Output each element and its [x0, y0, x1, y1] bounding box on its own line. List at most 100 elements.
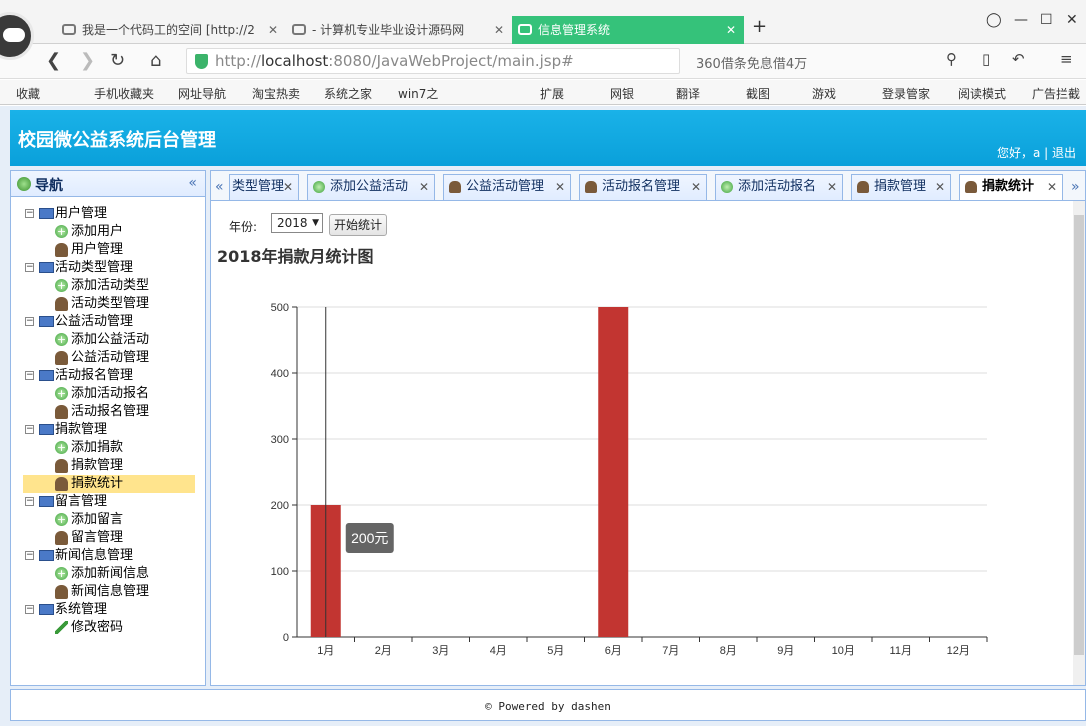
nav-item[interactable]: 公益活动管理 [55, 349, 149, 367]
nav-item[interactable]: + 添加活动报名 [55, 385, 149, 403]
collapse-toggle-icon[interactable]: − [25, 425, 34, 434]
user-icon [857, 181, 869, 193]
collapse-toggle-icon[interactable]: − [25, 209, 34, 218]
y-tick-label: 0 [283, 632, 289, 644]
url-path: :8080/JavaWebProject/main.jsp# [328, 52, 574, 70]
bookmark-item[interactable]: 扩展 [540, 85, 564, 102]
tab-signup-manage[interactable]: 活动报名管理 ✕ [579, 174, 707, 201]
nav-item[interactable]: + 添加新闻信息 [55, 565, 149, 583]
nav-group[interactable]: − 系统管理 [25, 601, 107, 619]
bookmark-item[interactable]: 游戏 [812, 85, 836, 102]
nav-item[interactable]: + 添加用户 [55, 223, 123, 241]
collapse-icon[interactable]: « [188, 175, 197, 191]
chevron-down-icon: ▼ [312, 218, 319, 228]
forward-icon[interactable]: ❯ [80, 50, 95, 71]
collapse-toggle-icon[interactable]: − [25, 371, 34, 380]
close-icon[interactable]: ✕ [1047, 175, 1057, 199]
browser-tab-active[interactable]: 信息管理系统 ✕ [512, 16, 744, 44]
close-icon[interactable]: ✕ [726, 16, 736, 44]
bookmark-item[interactable]: 网银 [610, 85, 634, 102]
tab-donation-manage[interactable]: 捐款管理 ✕ [851, 174, 951, 201]
bookmark-item[interactable]: 阅读模式 [958, 85, 1006, 102]
nav-item-selected[interactable]: 捐款统计 [23, 475, 195, 493]
nav-group[interactable]: − 活动报名管理 [25, 367, 133, 385]
nav-item[interactable]: + 添加公益活动 [55, 331, 149, 349]
nav-group[interactable]: − 新闻信息管理 [25, 547, 133, 565]
nav-group[interactable]: − 留言管理 [25, 493, 107, 511]
nav-item-label: 修改密码 [71, 620, 124, 635]
search-icon[interactable]: ⚲ [946, 50, 957, 68]
news-ticker[interactable]: 360借条免息借4万 [696, 53, 807, 72]
nav-item[interactable]: + 添加活动类型 [55, 277, 149, 295]
bookmark-item[interactable]: 广告拦截 [1032, 85, 1080, 102]
tab-donation-stats[interactable]: 捐款统计 ✕ [959, 174, 1063, 201]
bookmark-item[interactable]: 翻译 [676, 85, 700, 102]
nav-group-label: 活动类型管理 [55, 260, 134, 275]
close-icon[interactable]: ✕ [283, 175, 293, 199]
bookmark-item[interactable]: 收藏 [16, 85, 40, 102]
minimize-icon[interactable]: — [1014, 12, 1028, 28]
nav-item[interactable]: 修改密码 [55, 619, 123, 637]
collapse-toggle-icon[interactable]: − [25, 317, 34, 326]
reload-icon[interactable]: ↻ [110, 50, 125, 71]
browser-tab-2[interactable]: - 计算机专业毕业设计源码网 ✕ [286, 16, 512, 44]
nav-item[interactable]: 用户管理 [55, 241, 123, 259]
close-icon[interactable]: ✕ [494, 16, 504, 44]
skin-icon[interactable]: ◯ [986, 12, 1002, 28]
bookmark-item[interactable]: 截图 [746, 85, 770, 102]
nav-group-label: 公益活动管理 [55, 314, 134, 329]
tabs-scroll-right-icon[interactable]: » [1071, 179, 1080, 195]
tab-activity-manage[interactable]: 公益活动管理 ✕ [443, 174, 571, 201]
url-input[interactable]: http://localhost:8080/JavaWebProject/mai… [186, 48, 680, 74]
collapse-toggle-icon[interactable]: − [25, 263, 34, 272]
nav-item[interactable]: 留言管理 [55, 529, 123, 547]
close-icon[interactable]: ✕ [419, 175, 429, 199]
nav-item[interactable]: 活动类型管理 [55, 295, 149, 313]
start-stats-button[interactable]: 开始统计 [329, 214, 388, 236]
new-tab-button[interactable]: + [752, 16, 767, 37]
nav-group[interactable]: − 用户管理 [25, 205, 107, 223]
url-scheme: http:// [215, 52, 261, 70]
bookmark-item[interactable]: 淘宝热卖 [252, 85, 300, 102]
tab-add-activity[interactable]: 添加公益活动 ✕ [307, 174, 435, 201]
tab-add-signup[interactable]: 添加活动报名 ✕ [715, 174, 843, 201]
year-select[interactable]: 2018 ▼ [271, 213, 323, 233]
nav-item[interactable]: 新闻信息管理 [55, 583, 149, 601]
bookmark-item[interactable]: win7之 [398, 85, 438, 102]
collapse-toggle-icon[interactable]: − [25, 605, 34, 614]
phone-icon[interactable]: ▯ [982, 50, 990, 68]
close-icon[interactable]: ✕ [555, 175, 565, 199]
menu-icon[interactable]: ≡ [1060, 50, 1073, 68]
nav-item[interactable]: 捐款管理 [55, 457, 123, 475]
nav-group[interactable]: − 活动类型管理 [25, 259, 133, 277]
add-icon: + [55, 225, 68, 238]
nav-item[interactable]: + 添加捐款 [55, 439, 123, 457]
scrollbar[interactable] [1073, 201, 1085, 685]
collapse-toggle-icon[interactable]: − [25, 497, 34, 506]
bookmark-item[interactable]: 手机收藏夹 [94, 85, 154, 102]
bookmark-item[interactable]: 网址导航 [178, 85, 226, 102]
browser-tab-1[interactable]: 我是一个代码工的空间 [http://2 ✕ [56, 16, 286, 44]
close-icon[interactable]: ✕ [691, 175, 701, 199]
tooltip-text: 200元 [351, 530, 388, 546]
bookmark-item[interactable]: 系统之家 [324, 85, 372, 102]
nav-item[interactable]: 活动报名管理 [55, 403, 149, 421]
bookmark-item[interactable]: 登录管家 [882, 85, 930, 102]
close-window-icon[interactable]: ✕ [1066, 12, 1078, 28]
x-tick-label: 10月 [832, 645, 855, 657]
home-icon[interactable]: ⌂ [150, 50, 161, 71]
nav-group[interactable]: − 捐款管理 [25, 421, 107, 439]
nav-item[interactable]: + 添加留言 [55, 511, 123, 529]
back-icon[interactable]: ❮ [46, 50, 61, 71]
tab-type-manage[interactable]: 类型管理 ✕ [229, 174, 299, 201]
collapse-toggle-icon[interactable]: − [25, 551, 34, 560]
nav-group[interactable]: − 公益活动管理 [25, 313, 133, 331]
close-icon[interactable]: ✕ [268, 16, 278, 44]
undo-icon[interactable]: ↶ [1012, 50, 1025, 68]
close-icon[interactable]: ✕ [827, 175, 837, 199]
maximize-icon[interactable]: ☐ [1040, 12, 1053, 28]
scrollbar-thumb[interactable] [1074, 215, 1084, 655]
logout-link[interactable]: 退出 [1052, 146, 1076, 160]
tabs-scroll-left-icon[interactable]: « [215, 179, 224, 195]
close-icon[interactable]: ✕ [935, 175, 945, 199]
